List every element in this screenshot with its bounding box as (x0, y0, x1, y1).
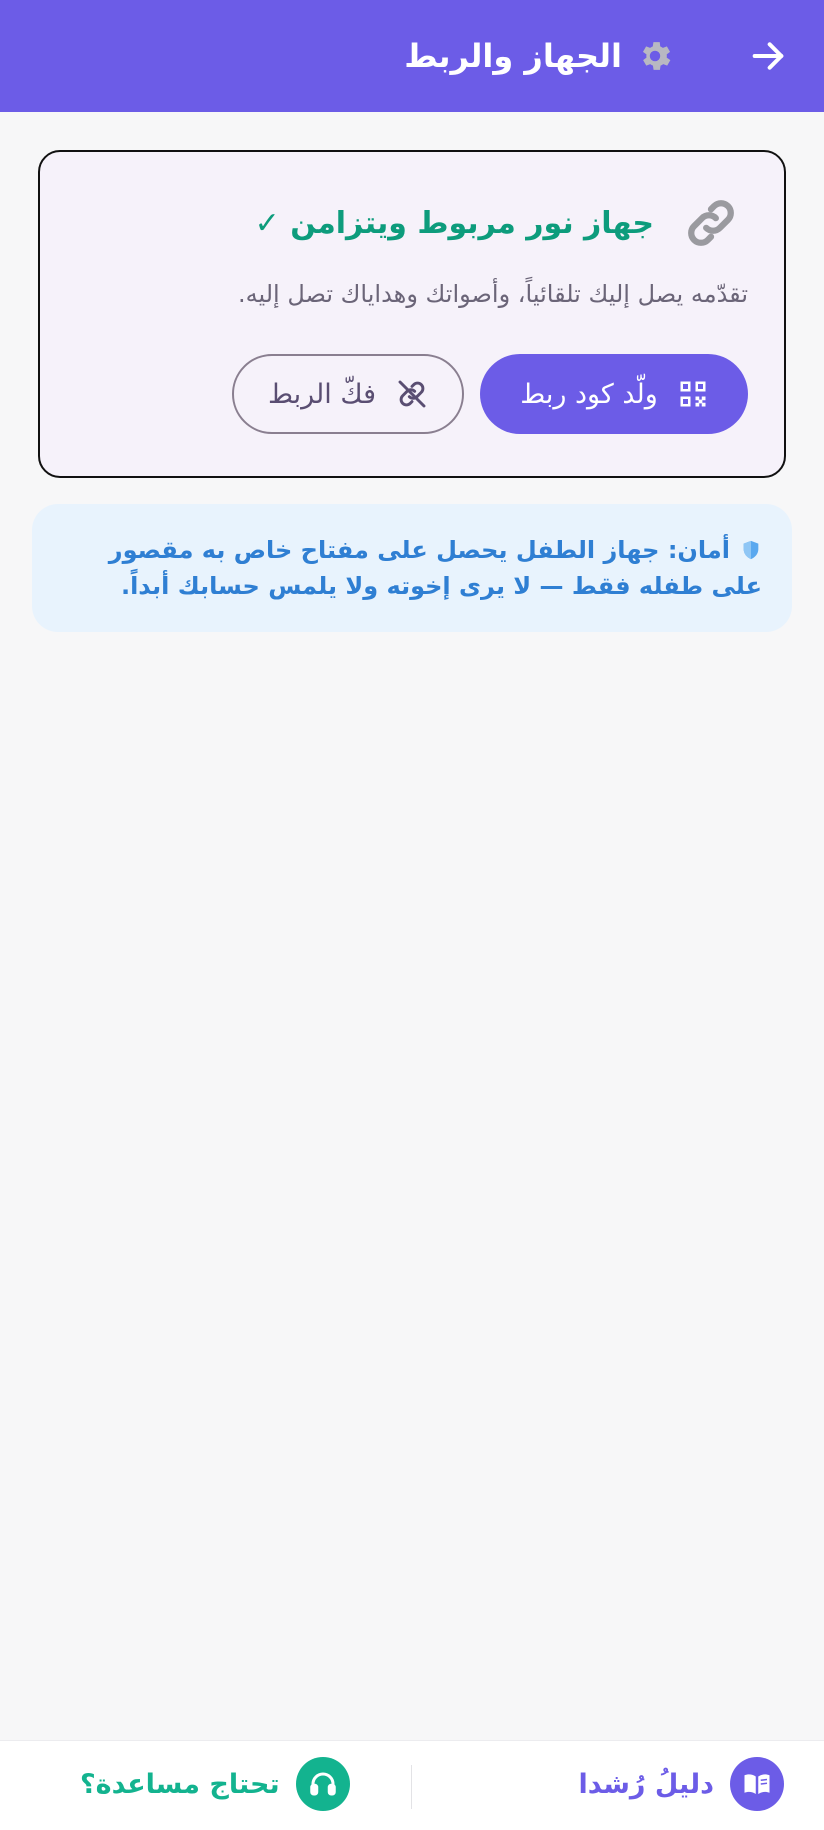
device-status-card: جهاز نور مربوط ويتزامن ✓ تقدّمه يصل إليك… (38, 150, 786, 478)
guide-label: دليلُ رُشدا (578, 1768, 714, 1800)
headset-icon (309, 1772, 336, 1796)
page-title-group: الجهاز والربط (404, 30, 674, 82)
bottom-bar-divider (411, 1765, 412, 1809)
back-button[interactable] (742, 30, 794, 82)
help-icon-circle (295, 1757, 350, 1811)
help-button[interactable]: تحتاج مساعدة؟ (80, 1757, 350, 1811)
guide-button[interactable]: دليلُ رُشدا (579, 1757, 784, 1811)
page-title: الجهاز والربط (404, 37, 622, 75)
book-icon (744, 1774, 770, 1794)
device-status-description: تقدّمه يصل إليك تلقائياً، وأصواتك وهدايا… (238, 280, 748, 308)
gear-icon (642, 42, 671, 70)
arrow-right-icon (752, 42, 784, 70)
unlink-button[interactable]: فكّ الربط (232, 354, 464, 434)
unlink-label: فكّ الربط (268, 378, 377, 410)
app-header: الجهاز والربط (0, 0, 824, 112)
shield-icon (743, 540, 759, 560)
bottom-bar: دليلُ رُشدا تحتاج مساعدة؟ (0, 1740, 824, 1830)
generate-link-code-label: ولّد كود ربط (520, 378, 658, 410)
security-notice-text: أمان: جهاز الطفل يحصل على مفتاح خاص به م… (108, 536, 762, 600)
qr-code-icon (680, 381, 706, 407)
device-status-title: جهاز نور مربوط ويتزامن ✓ (254, 205, 654, 241)
unlink-icon (398, 380, 426, 408)
security-notice: أمان: جهاز الطفل يحصل على مفتاح خاص به م… (32, 504, 792, 632)
guide-icon-circle (730, 1757, 784, 1811)
card-title-row: جهاز نور مربوط ويتزامن ✓ (255, 194, 740, 252)
help-label: تحتاج مساعدة؟ (80, 1768, 280, 1800)
generate-link-code-button[interactable]: ولّد كود ربط (480, 354, 748, 434)
link-icon (688, 200, 734, 246)
